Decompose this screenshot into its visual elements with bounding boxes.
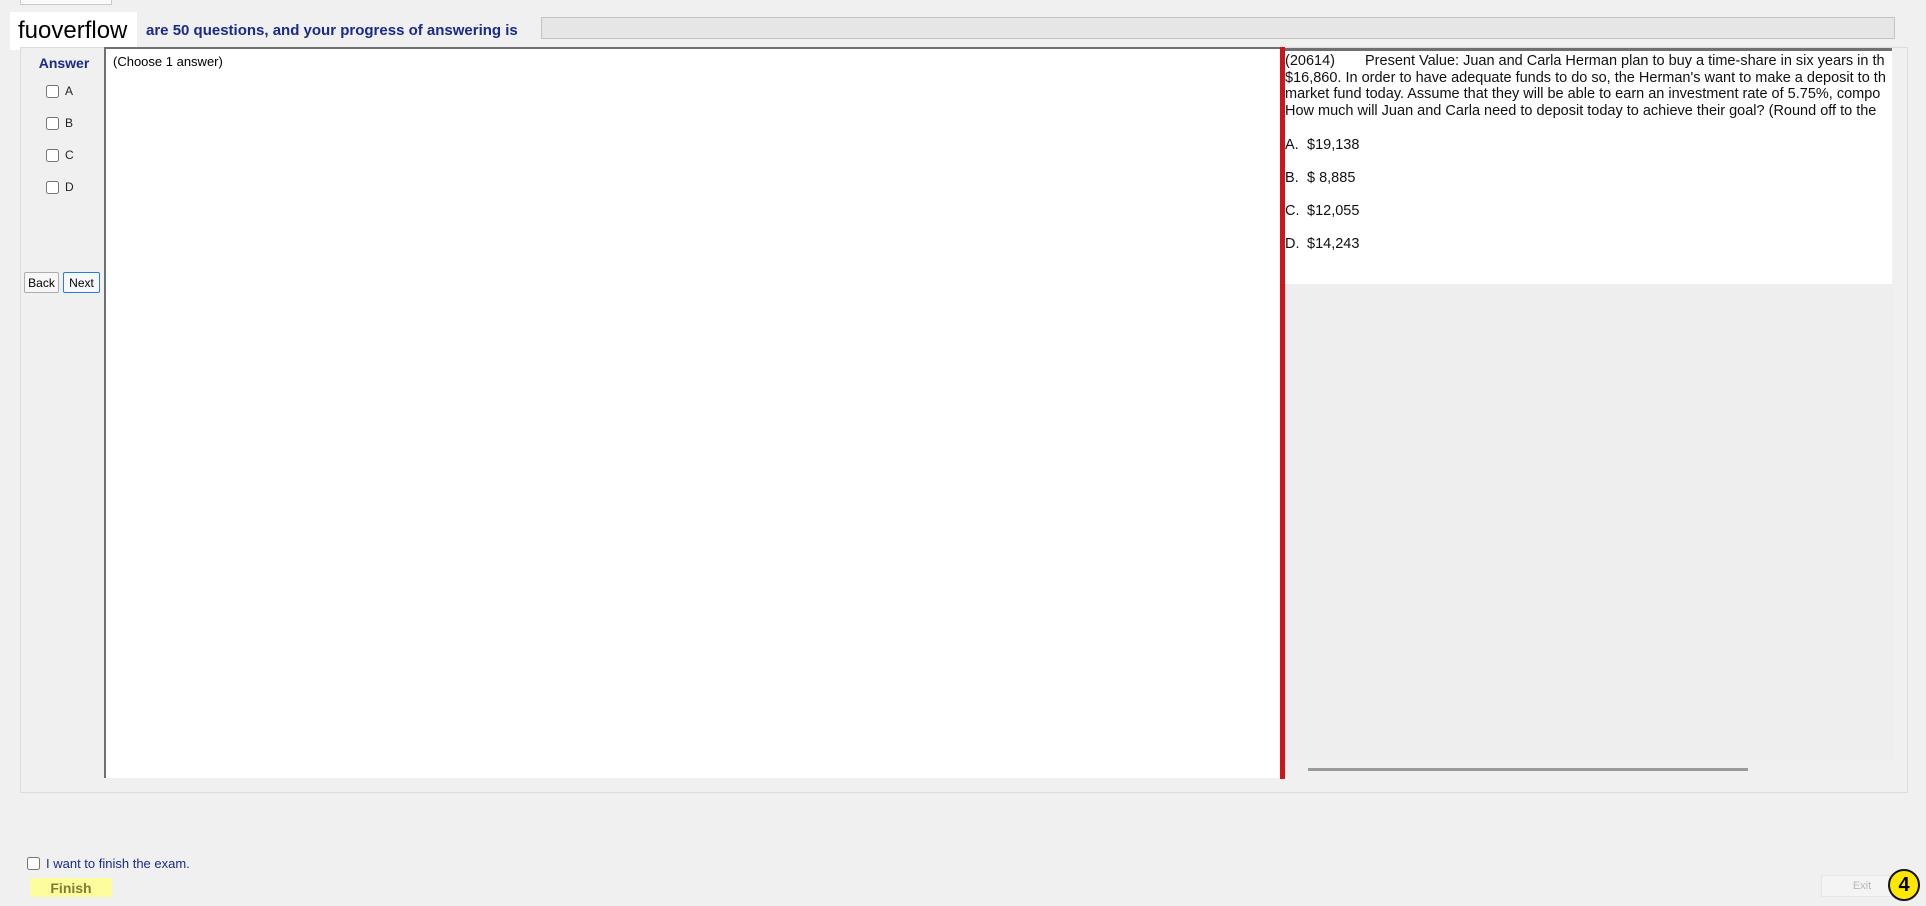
- choice-letter: A.: [1285, 137, 1299, 153]
- answer-title: Answer: [38, 55, 90, 71]
- answer-option-letter: D: [65, 180, 74, 194]
- answer-option-b[interactable]: B: [46, 114, 73, 132]
- question-line: (20614) Present Value: Juan and Carla Her…: [1285, 53, 1892, 70]
- finish-confirm-label: I want to finish the exam.: [46, 856, 190, 871]
- choice-b: B. $ 8,885: [1285, 170, 1355, 186]
- question-id: (20614): [1285, 53, 1335, 69]
- answer-a-checkbox[interactable]: [46, 84, 59, 98]
- question-line: How much will Juan and Carla need to dep…: [1285, 102, 1877, 119]
- choice-letter: C.: [1285, 203, 1300, 219]
- answer-d-checkbox[interactable]: [46, 180, 59, 194]
- choice-text: $19,138: [1307, 137, 1360, 153]
- choice-c: C. $12,055: [1285, 203, 1359, 219]
- choice-d: D. $14,243: [1285, 236, 1359, 252]
- back-button[interactable]: Back: [24, 272, 59, 293]
- choice-a: A. $19,138: [1285, 137, 1359, 153]
- progress-bar: [541, 17, 1895, 39]
- finish-confirm-checkbox[interactable]: [27, 857, 40, 870]
- step-badge: 4: [1888, 869, 1920, 901]
- question-panel: (20614) Present Value: Juan and Carla Her…: [1285, 48, 1892, 287]
- answer-work-area[interactable]: (Choose 1 answer): [104, 47, 1280, 778]
- brand-label: fuoverflow: [10, 12, 138, 50]
- progress-text: are 50 questions, and your progress of a…: [146, 22, 518, 39]
- question-line: $16,860. In order to have adequate funds…: [1285, 69, 1886, 86]
- choice-text: $ 8,885: [1307, 170, 1356, 186]
- answer-option-letter: A: [65, 84, 74, 98]
- top-tab: [20, 0, 112, 5]
- choice-letter: D.: [1285, 236, 1300, 252]
- answer-b-checkbox[interactable]: [46, 116, 59, 130]
- question-line: market fund today. Assume that they will…: [1285, 86, 1881, 102]
- choice-text: $12,055: [1307, 203, 1360, 219]
- answer-c-checkbox[interactable]: [46, 148, 59, 162]
- choose-hint: (Choose 1 answer): [113, 54, 223, 69]
- answer-column: Answer A B C D Back Next: [20, 47, 104, 779]
- finish-button[interactable]: Finish: [30, 878, 112, 897]
- question-text: (20614) Present Value: Juan and Carla Her…: [1285, 53, 1892, 119]
- answer-option-a[interactable]: A: [46, 82, 73, 100]
- answer-option-letter: C: [65, 148, 74, 162]
- next-button[interactable]: Next: [63, 272, 100, 293]
- choice-text: $14,243: [1307, 236, 1360, 252]
- answer-option-c[interactable]: C: [46, 146, 74, 164]
- finish-confirm[interactable]: I want to finish the exam.: [27, 856, 190, 871]
- answer-option-d[interactable]: D: [46, 178, 74, 196]
- choice-letter: B.: [1285, 170, 1299, 186]
- question-line-text: Present Value: Juan and Carla Herman pla…: [1365, 53, 1885, 69]
- question-lower-area: [1285, 284, 1893, 761]
- answer-option-letter: B: [65, 116, 74, 130]
- horizontal-scrollbar[interactable]: [1308, 768, 1748, 771]
